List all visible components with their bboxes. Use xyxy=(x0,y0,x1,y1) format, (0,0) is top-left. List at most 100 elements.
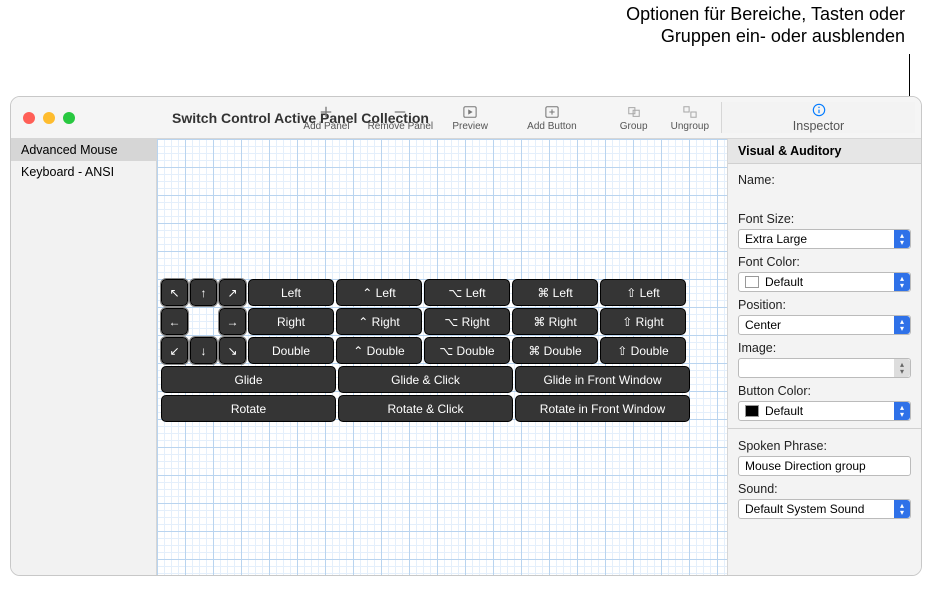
add-panel-button[interactable]: Add Panel xyxy=(297,104,355,132)
spoken-phrase-input[interactable]: Mouse Direction group xyxy=(738,456,911,476)
callout-leader xyxy=(909,54,910,98)
cmd-double-button[interactable]: ⌘ Double xyxy=(512,337,598,364)
select-stepper-icon: ▴▾ xyxy=(894,500,910,518)
dir-n-button[interactable]: ↑ xyxy=(190,279,217,306)
name-label: Name: xyxy=(738,173,911,187)
window: Switch Control Active Panel Collection A… xyxy=(10,96,922,576)
callout-line1: Optionen für Bereiche, Tasten oder xyxy=(626,3,905,25)
remove-panel-button[interactable]: Remove Panel xyxy=(362,104,440,132)
cmd-right-button[interactable]: ⌘ Right xyxy=(512,308,598,335)
right-button[interactable]: Right xyxy=(248,308,334,335)
shift-right-button[interactable]: ⇧ Right xyxy=(600,308,686,335)
sound-label: Sound: xyxy=(738,482,911,496)
cmd-left-button[interactable]: ⌘ Left xyxy=(512,279,598,306)
window-body: Advanced Mouse Keyboard - ANSI ↖ ↑ ↗ Lef… xyxy=(11,139,921,575)
image-select[interactable]: ▴▾ xyxy=(738,358,911,378)
font-color-select[interactable]: Default ▴▾ xyxy=(738,272,911,292)
glide-front-button[interactable]: Glide in Front Window xyxy=(515,366,690,393)
dir-w-button[interactable]: ← xyxy=(161,308,188,335)
preview-button[interactable]: Preview xyxy=(445,104,495,132)
minus-icon xyxy=(391,104,409,120)
ungroup-icon xyxy=(681,104,699,120)
dir-se-button[interactable]: ↘ xyxy=(219,337,246,364)
traffic-lights xyxy=(11,112,166,124)
dir-nw-button[interactable]: ↖ xyxy=(161,279,188,306)
dir-sw-button[interactable]: ↙ xyxy=(161,337,188,364)
inspector-button[interactable]: Inspector xyxy=(721,102,915,133)
close-button[interactable] xyxy=(23,112,35,124)
rotate-button[interactable]: Rotate xyxy=(161,395,336,422)
opt-left-button[interactable]: ⌥ Left xyxy=(424,279,510,306)
rotate-front-button[interactable]: Rotate in Front Window xyxy=(515,395,690,422)
zoom-button[interactable] xyxy=(63,112,75,124)
image-label: Image: xyxy=(738,341,911,355)
font-size-label: Font Size: xyxy=(738,212,911,226)
shift-double-button[interactable]: ⇧ Double xyxy=(600,337,686,364)
titlebar: Switch Control Active Panel Collection A… xyxy=(11,97,921,139)
info-icon xyxy=(810,102,828,118)
select-stepper-icon: ▴▾ xyxy=(894,359,910,377)
opt-double-button[interactable]: ⌥ Double xyxy=(424,337,510,364)
callout-text: Optionen für Bereiche, Tasten oder Grupp… xyxy=(626,3,905,47)
spoken-label: Spoken Phrase: xyxy=(738,439,911,453)
sound-select[interactable]: Default System Sound ▴▾ xyxy=(738,499,911,519)
sidebar-item-keyboard-ansi[interactable]: Keyboard - ANSI xyxy=(11,161,156,183)
font-color-value: Default xyxy=(765,275,803,289)
group-button[interactable]: Group xyxy=(609,104,659,132)
name-value xyxy=(738,190,911,206)
preview-icon xyxy=(461,104,479,120)
plus-icon xyxy=(317,104,335,120)
add-button-button[interactable]: Add Button xyxy=(521,104,582,132)
dir-e-button[interactable]: → xyxy=(219,308,246,335)
remove-panel-label: Remove Panel xyxy=(368,121,434,132)
sidebar: Advanced Mouse Keyboard - ANSI xyxy=(11,139,157,575)
button-color-value: Default xyxy=(765,404,803,418)
opt-right-button[interactable]: ⌥ Right xyxy=(424,308,510,335)
select-stepper-icon: ▴▾ xyxy=(894,273,910,291)
ctrl-double-button[interactable]: ⌃ Double xyxy=(336,337,422,364)
ctrl-right-button[interactable]: ⌃ Right xyxy=(336,308,422,335)
minimize-button[interactable] xyxy=(43,112,55,124)
inspector-header: Visual & Auditory xyxy=(728,139,921,164)
glide-button[interactable]: Glide xyxy=(161,366,336,393)
group-label: Group xyxy=(620,121,648,132)
toolbar: Add Panel Remove Panel Preview Add Butto xyxy=(297,97,915,138)
inspector-label: Inspector xyxy=(793,119,844,133)
sound-value: Default System Sound xyxy=(745,502,864,516)
position-label: Position: xyxy=(738,298,911,312)
inspector-panel: Visual & Auditory Name: Font Size: Extra… xyxy=(727,139,921,575)
select-stepper-icon: ▴▾ xyxy=(894,402,910,420)
shift-left-button[interactable]: ⇧ Left xyxy=(600,279,686,306)
select-stepper-icon: ▴▾ xyxy=(894,230,910,248)
add-button-label: Add Button xyxy=(527,121,576,132)
font-size-select[interactable]: Extra Large ▴▾ xyxy=(738,229,911,249)
font-color-label: Font Color: xyxy=(738,255,911,269)
glide-click-button[interactable]: Glide & Click xyxy=(338,366,513,393)
add-button-icon xyxy=(543,104,561,120)
font-color-swatch xyxy=(745,276,759,288)
canvas[interactable]: ↖ ↑ ↗ Left ⌃ Left ⌥ Left ⌘ Left ⇧ Left ←… xyxy=(157,139,727,575)
inspector-divider xyxy=(728,428,921,429)
sidebar-item-advanced-mouse[interactable]: Advanced Mouse xyxy=(11,139,156,161)
left-button[interactable]: Left xyxy=(248,279,334,306)
button-color-label: Button Color: xyxy=(738,384,911,398)
position-value: Center xyxy=(745,318,781,332)
ctrl-left-button[interactable]: ⌃ Left xyxy=(336,279,422,306)
rotate-click-button[interactable]: Rotate & Click xyxy=(338,395,513,422)
ungroup-button[interactable]: Ungroup xyxy=(665,104,715,132)
dir-ne-button[interactable]: ↗ xyxy=(219,279,246,306)
dir-s-button[interactable]: ↓ xyxy=(190,337,217,364)
group-icon xyxy=(625,104,643,120)
button-color-swatch xyxy=(745,405,759,417)
callout-line2: Gruppen ein- oder ausblenden xyxy=(626,25,905,47)
preview-label: Preview xyxy=(452,121,488,132)
ungroup-label: Ungroup xyxy=(671,121,709,132)
select-stepper-icon: ▴▾ xyxy=(894,316,910,334)
position-select[interactable]: Center ▴▾ xyxy=(738,315,911,335)
button-color-select[interactable]: Default ▴▾ xyxy=(738,401,911,421)
double-button[interactable]: Double xyxy=(248,337,334,364)
font-size-value: Extra Large xyxy=(745,232,807,246)
spoken-phrase-value: Mouse Direction group xyxy=(745,459,866,473)
add-panel-label: Add Panel xyxy=(303,121,349,132)
panel-buttons: ↖ ↑ ↗ Left ⌃ Left ⌥ Left ⌘ Left ⇧ Left ←… xyxy=(161,279,690,422)
